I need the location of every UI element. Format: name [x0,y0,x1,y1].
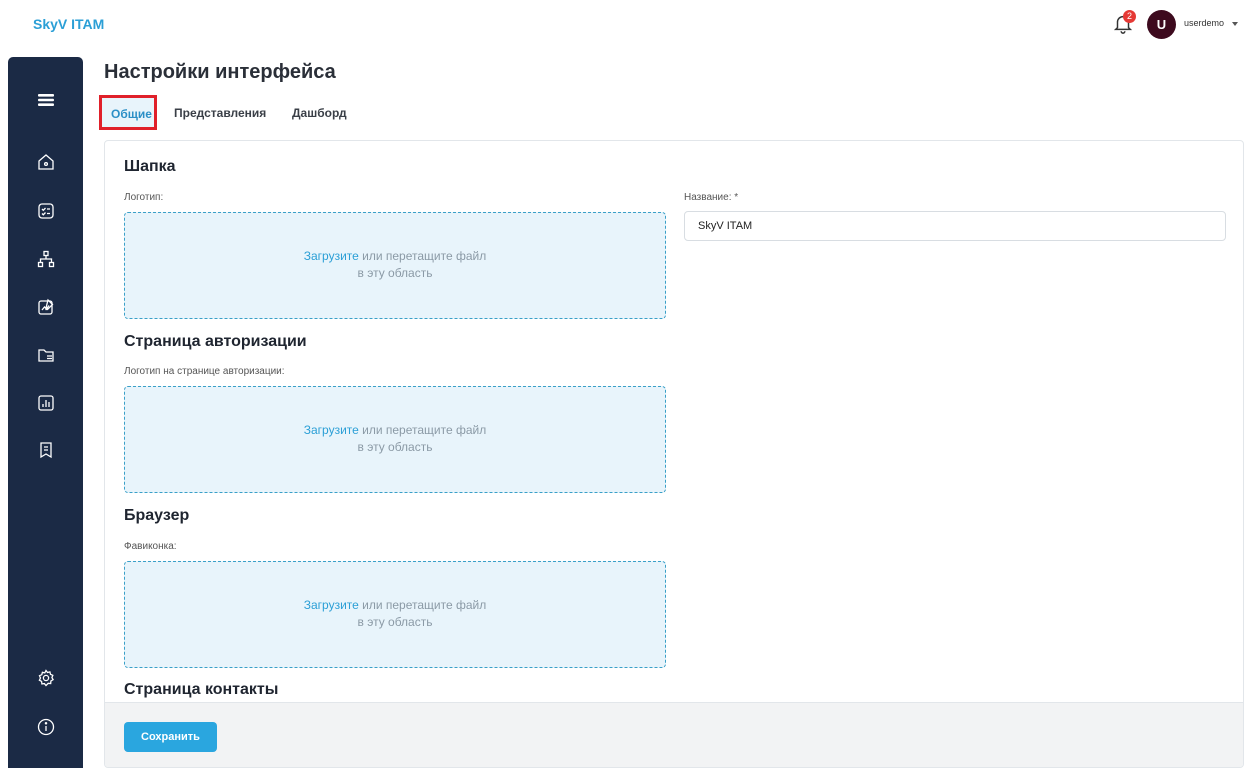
section-contacts-title: Страница контакты [124,681,279,698]
upload-link[interactable]: Загрузите [304,423,359,437]
section-browser-title: Браузер [124,507,190,524]
chevron-down-icon[interactable] [1232,22,1238,26]
auth-logo-label: Логотип на странице авторизации: [124,366,285,377]
dropzone-text: или перетащите файл [358,423,487,437]
save-button[interactable]: Сохранить [124,722,217,752]
section-header-title: Шапка [124,158,176,175]
upload-link[interactable]: Загрузите [304,249,359,263]
dropzone-text: в эту область [357,266,433,280]
settings-card: Шапка Логотип: Загрузите или перетащите … [104,140,1244,768]
logo-label: Логотип: [124,192,164,203]
name-input[interactable]: SkyV ITAM [684,211,1226,241]
dropzone-text: в эту область [357,615,433,629]
avatar[interactable]: U [1147,10,1176,39]
dropzone-text: в эту область [357,440,433,454]
menu-icon[interactable] [34,88,58,112]
info-icon[interactable] [34,715,58,739]
sidebar [8,57,83,768]
settings-icon[interactable] [34,666,58,690]
home-icon[interactable] [34,150,58,174]
username[interactable]: userdemo [1184,18,1224,28]
brand-logo[interactable]: SkyV ITAM [33,16,104,32]
folder-icon[interactable] [34,343,58,367]
logo-dropzone[interactable]: Загрузите или перетащите файл в эту обла… [124,212,666,319]
document-icon[interactable] [34,438,58,462]
tab-general[interactable]: Общие [99,95,157,130]
notification-badge: 2 [1123,10,1136,23]
dropzone-text: или перетащите файл [358,598,487,612]
auth-logo-dropzone[interactable]: Загрузите или перетащите файл в эту обла… [124,386,666,493]
chart-edit-icon[interactable] [34,295,58,319]
hierarchy-icon[interactable] [34,247,58,271]
report-icon[interactable] [34,391,58,415]
section-auth-title: Страница авторизации [124,333,307,350]
page-title: Настройки интерфейса [104,61,336,83]
tab-dashboard[interactable]: Дашборд [292,106,347,120]
top-bar: SkyV ITAM 2 U userdemo [0,0,1250,48]
name-label: Название: * [684,192,739,203]
tab-views[interactable]: Представления [174,106,266,120]
tab-general-label: Общие [111,107,152,121]
form-footer: Сохранить [105,702,1243,767]
upload-link[interactable]: Загрузите [304,598,359,612]
favicon-dropzone[interactable]: Загрузите или перетащите файл в эту обла… [124,561,666,668]
favicon-label: Фавиконка: [124,541,177,552]
dropzone-text: или перетащите файл [358,249,487,263]
checklist-icon[interactable] [34,199,58,223]
